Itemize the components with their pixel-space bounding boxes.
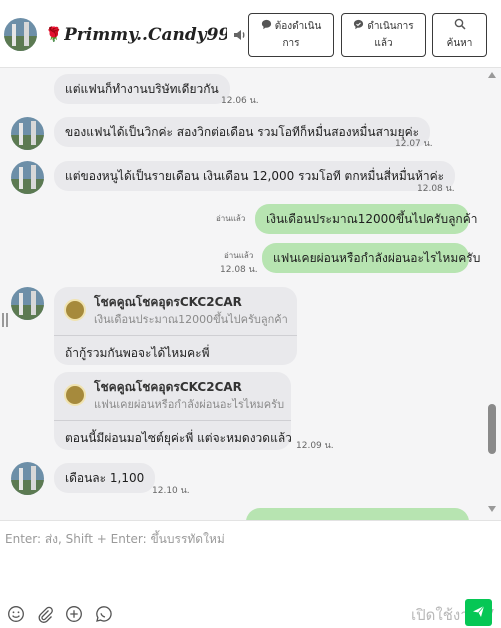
chat-reply-icon[interactable]: [95, 605, 113, 623]
send-button[interactable]: [465, 599, 492, 626]
message-list[interactable]: แต่แฟนก็ทำงานบริษัทเดียวกัน 12.06 น. ของ…: [0, 68, 501, 520]
message-time: 12.06 น.: [221, 96, 259, 106]
message-time: 12.08 น.: [417, 184, 455, 194]
contact-avatar[interactable]: [11, 462, 44, 495]
message-bubble[interactable]: ของแฟนได้เป็นวิกค่ะ สองวิกต่อเดือน รวมโอ…: [54, 117, 431, 147]
emoji-icon[interactable]: [7, 605, 25, 623]
check-bubble-icon: [353, 19, 364, 36]
message-input-area[interactable]: Enter: ส่ง, Shift + Enter: ขึ้นบรรทัดใหม…: [0, 520, 501, 628]
reply-quote-block[interactable]: โชคคูณโชคอุดรCKC2CAR แฟนเคยผ่อนหรือกำลัง…: [54, 372, 291, 421]
todo-button[interactable]: ต้องดำเนิน การ: [248, 13, 334, 57]
message-time: 12.07 น.: [395, 139, 433, 149]
read-receipt: อ่านแล้ว: [216, 214, 246, 223]
speaker-icon[interactable]: [232, 27, 248, 43]
reply-message[interactable]: โชคคูณโชคอุดรCKC2CAR แฟนเคยผ่อนหรือกำลัง…: [54, 372, 292, 450]
message-time: 12.09 น.: [296, 441, 334, 451]
message-bubble[interactable]: แต่แฟนก็ทำงานบริษัทเดียวกัน: [54, 74, 230, 104]
done-label-1: ดำเนินการ: [367, 21, 414, 32]
contact-avatar[interactable]: [11, 117, 44, 150]
message-bubble[interactable]: แต่ของหนูได้เป็นรายเดือน เงินเดือน 12,00…: [54, 161, 456, 191]
reply-message[interactable]: โชคคูณโชคอุดรCKC2CAR เงินเดือนประมาณ1200…: [54, 287, 297, 365]
scroll-up-icon[interactable]: [488, 72, 496, 78]
reply-quote: เงินเดือนประมาณ12000ขึ้นไปครับลูกค้า: [94, 313, 288, 326]
chat-header: 🌹 Primmy..Candy99... ต้องดำเนิน การ ดำเน…: [0, 0, 501, 68]
scroll-thumb[interactable]: [488, 404, 496, 454]
done-label-2: แล้ว: [374, 37, 393, 49]
message-bubble-partial[interactable]: [246, 508, 469, 520]
message-bubble[interactable]: แฟนเคยผ่อนหรือกำลังผ่อนอะไรไหมครับ: [262, 243, 480, 273]
message-bubble[interactable]: เดือนละ 1,100: [54, 463, 156, 493]
drag-handle-icon[interactable]: [2, 312, 8, 327]
contact-avatar[interactable]: [4, 18, 37, 51]
add-circle-icon[interactable]: [65, 605, 83, 623]
attach-icon[interactable]: [36, 605, 54, 623]
contact-name[interactable]: Primmy..Candy99...: [64, 25, 227, 45]
search-button[interactable]: ค้นหา: [432, 13, 487, 57]
coin-avatar-icon: [64, 299, 86, 321]
coin-avatar-icon: [64, 384, 86, 406]
reply-text: ตอนนี้มีผ่อนมอไซต์ยุค่ะพี่ แต่จะหมดงวดแล…: [65, 431, 292, 445]
chat-bubble-icon: [261, 19, 272, 36]
done-button[interactable]: ดำเนินการ แล้ว: [341, 13, 426, 57]
message-input[interactable]: Enter: ส่ง, Shift + Enter: ขึ้นบรรทัดใหม…: [5, 530, 225, 549]
reply-quote-block[interactable]: โชคคูณโชคอุดรCKC2CAR เงินเดือนประมาณ1200…: [54, 287, 297, 336]
message-bubble[interactable]: เงินเดือนประมาณ12000ขึ้นไปครับลูกค้า: [255, 204, 477, 234]
message-time: 12.10 น.: [152, 486, 190, 496]
read-receipt: อ่านแล้ว: [224, 251, 254, 260]
send-icon: [472, 603, 485, 622]
todo-label-1: ต้องดำเนิน: [274, 21, 322, 32]
search-label: ค้นหา: [446, 38, 473, 49]
contact-avatar[interactable]: [11, 161, 44, 194]
search-icon: [454, 18, 466, 36]
contact-avatar[interactable]: [11, 287, 44, 320]
message-time: 12.08 น.: [220, 265, 258, 275]
scroll-down-icon[interactable]: [488, 506, 496, 512]
reply-quote: แฟนเคยผ่อนหรือกำลังผ่อนอะไรไหมครับ: [94, 398, 285, 411]
scrollbar[interactable]: [486, 68, 500, 520]
rose-icon: 🌹: [45, 27, 63, 43]
todo-label-2: การ: [282, 37, 300, 49]
reply-text: ถ้ากู้รวมกันพอจะได้ไหมคะพี่: [65, 346, 210, 360]
